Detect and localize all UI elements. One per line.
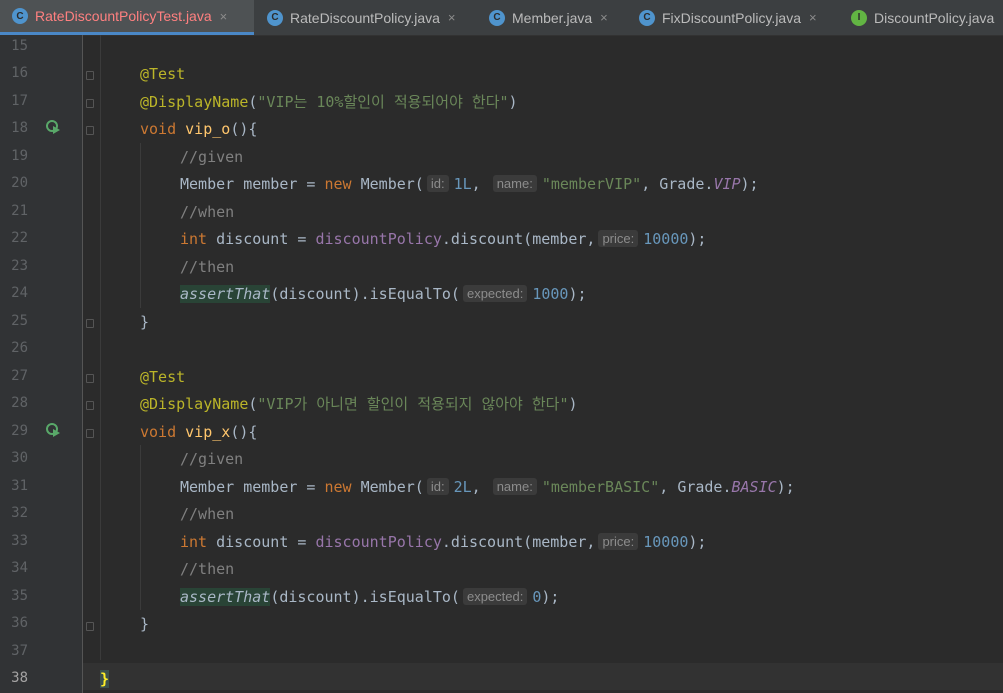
code-line[interactable]: @DisplayName("VIP는 10%할인이 적용되어야 한다") xyxy=(140,88,518,115)
class-icon: C xyxy=(639,9,655,26)
code-line[interactable]: //then xyxy=(180,253,234,280)
current-line-highlight xyxy=(83,663,1003,690)
line-number: 15 xyxy=(11,38,28,54)
code-line[interactable]: } xyxy=(140,610,149,637)
class-icon: C xyxy=(489,9,505,26)
line-number: 20 xyxy=(11,175,28,191)
matched-brace: } xyxy=(100,669,110,688)
code-line[interactable]: assertThat (discount).isEqualTo(expected:… xyxy=(180,280,587,307)
fold-icon[interactable] xyxy=(86,374,94,383)
line-number: 19 xyxy=(11,148,28,164)
line-number: 31 xyxy=(11,478,28,494)
code-line[interactable]: //given xyxy=(180,445,243,472)
tab-rate-discount-policy-test[interactable]: C RateDiscountPolicyTest.java × xyxy=(0,0,254,35)
line-number: 22 xyxy=(11,230,28,246)
class-icon: C xyxy=(267,9,283,26)
line-number: 30 xyxy=(11,450,28,466)
line-number: 38 xyxy=(11,670,28,686)
parameter-hint: price: xyxy=(598,533,639,550)
line-number: 29 xyxy=(11,423,28,439)
line-number: 24 xyxy=(11,285,28,301)
tab-discount-policy[interactable]: I DiscountPolicy.java xyxy=(839,0,1003,35)
class-icon: C xyxy=(12,8,28,24)
code-line[interactable]: void vip_x(){ xyxy=(140,418,257,445)
tab-rate-discount-policy[interactable]: C RateDiscountPolicy.java × xyxy=(255,0,477,35)
fold-icon[interactable] xyxy=(86,71,94,80)
code-line[interactable]: int discount = discountPolicy .discount(m… xyxy=(180,528,706,555)
indent-guide xyxy=(100,35,101,660)
fold-icon[interactable] xyxy=(86,319,94,328)
code-line[interactable]: Member member = new Member(id: 2L, name: "… xyxy=(180,473,795,500)
tab-member[interactable]: C Member.java × xyxy=(477,0,627,35)
tab-label: RateDiscountPolicyTest.java xyxy=(35,8,212,24)
fold-icon[interactable] xyxy=(86,622,94,631)
code-line[interactable]: @Test xyxy=(140,60,185,87)
code-line[interactable]: } xyxy=(140,308,149,335)
code-line[interactable]: @DisplayName("VIP가 아니면 할인이 적용되지 않아야 한다") xyxy=(140,390,578,417)
line-number: 37 xyxy=(11,643,28,659)
close-icon[interactable]: × xyxy=(809,10,817,25)
fold-icon[interactable] xyxy=(86,401,94,410)
close-icon[interactable]: × xyxy=(220,9,228,24)
code-line[interactable]: assertThat (discount).isEqualTo(expected:… xyxy=(180,583,559,610)
code-line[interactable]: Member member = new Member(id: 1L, name: "… xyxy=(180,170,759,197)
line-number: 18 xyxy=(11,120,28,136)
code-line[interactable]: //then xyxy=(180,555,234,582)
close-icon[interactable]: × xyxy=(448,10,456,25)
line-number: 21 xyxy=(11,203,28,219)
line-number: 16 xyxy=(11,65,28,81)
code-line[interactable]: //when xyxy=(180,198,234,225)
close-icon[interactable]: × xyxy=(600,10,608,25)
line-number: 17 xyxy=(11,93,28,109)
run-test-icon[interactable] xyxy=(46,120,60,134)
fold-icon[interactable] xyxy=(86,126,94,135)
line-number: 34 xyxy=(11,560,28,576)
fold-icon[interactable] xyxy=(86,429,94,438)
line-number: 26 xyxy=(11,340,28,356)
parameter-hint: expected: xyxy=(462,588,528,605)
tab-label: FixDiscountPolicy.java xyxy=(662,9,802,26)
line-number: 28 xyxy=(11,395,28,411)
run-test-icon[interactable] xyxy=(46,423,60,437)
tab-label: RateDiscountPolicy.java xyxy=(290,9,440,26)
parameter-hint: price: xyxy=(598,230,639,247)
tab-label: DiscountPolicy.java xyxy=(874,9,995,26)
editor-tab-bar: C RateDiscountPolicyTest.java × C RateDi… xyxy=(0,0,1003,36)
gutter: 15 16 17 18 19 20 21 22 23 24 25 26 27 2… xyxy=(0,35,83,693)
code-editor[interactable]: 15 16 17 18 19 20 21 22 23 24 25 26 27 2… xyxy=(0,35,1003,693)
code-line[interactable]: void vip_o(){ xyxy=(140,115,257,142)
parameter-hint: name: xyxy=(492,175,537,192)
fold-icon[interactable] xyxy=(86,99,94,108)
line-number: 32 xyxy=(11,505,28,521)
code-line[interactable]: } xyxy=(100,665,110,692)
parameter-hint: expected: xyxy=(462,285,528,302)
indent-guide xyxy=(140,445,141,610)
code-line[interactable]: @Test xyxy=(140,363,185,390)
interface-icon: I xyxy=(851,9,867,26)
line-number: 27 xyxy=(11,368,28,384)
line-number: 35 xyxy=(11,588,28,604)
code-line[interactable]: //when xyxy=(180,500,234,527)
indent-guide xyxy=(140,143,141,308)
parameter-hint: name: xyxy=(492,478,537,495)
code-line[interactable]: int discount = discountPolicy .discount(m… xyxy=(180,225,706,252)
line-number: 25 xyxy=(11,313,28,329)
line-number: 23 xyxy=(11,258,28,274)
tab-fix-discount-policy[interactable]: C FixDiscountPolicy.java × xyxy=(627,0,839,35)
code-line[interactable]: //given xyxy=(180,143,243,170)
line-number: 33 xyxy=(11,533,28,549)
parameter-hint: id: xyxy=(426,478,449,495)
line-number: 36 xyxy=(11,615,28,631)
tab-label: Member.java xyxy=(512,9,593,26)
parameter-hint: id: xyxy=(426,175,449,192)
